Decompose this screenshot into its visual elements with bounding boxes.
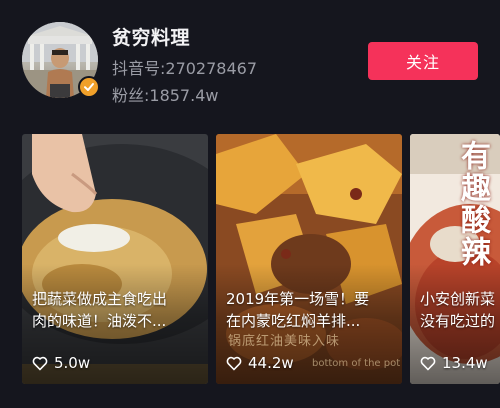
avatar[interactable] xyxy=(22,22,100,98)
video-card[interactable]: 锅底红油美味入味 bottom of the pot 2019年第一场雪！要 在… xyxy=(216,134,402,384)
like-count: 5.0w xyxy=(32,354,90,372)
account-name: 贫穷料理 xyxy=(112,27,191,49)
video-caption: 2019年第一场雪！要 在内蒙吃红焖羊排... xyxy=(226,290,370,330)
video-card[interactable]: 有趣酸辣 小安创新菜 没有吃过的 13.4w xyxy=(410,134,500,384)
video-caption: 把蔬菜做成主食吃出 肉的味道！油泼不... xyxy=(32,290,168,330)
video-caption: 小安创新菜 没有吃过的 xyxy=(420,290,496,330)
verified-badge-icon xyxy=(78,76,100,98)
video-overlay-title: 有趣酸辣 xyxy=(455,140,490,268)
like-count-label: 13.4w xyxy=(442,354,488,372)
profile-header: 贫穷料理 抖音号:270278467 粉丝:1857.4w 关注 xyxy=(0,0,500,126)
follow-button[interactable]: 关注 xyxy=(368,42,478,80)
video-card[interactable]: 把蔬菜做成主食吃出 肉的味道！油泼不... 5.0w xyxy=(22,134,208,384)
fan-count: 粉丝:1857.4w xyxy=(112,86,219,105)
like-count: 44.2w xyxy=(226,354,294,372)
like-count-label: 5.0w xyxy=(54,354,91,372)
like-count-label: 44.2w xyxy=(248,354,294,372)
heart-icon xyxy=(420,356,436,370)
video-overlay-subtext: bottom of the pot xyxy=(312,358,401,369)
like-count: 13.4w xyxy=(420,354,488,372)
video-list: 把蔬菜做成主食吃出 肉的味道！油泼不... 5.0w 锅底红油美味入味 bott… xyxy=(0,134,500,384)
video-overlay-text: 锅底红油美味入味 xyxy=(228,334,341,349)
douyin-id: 抖音号:270278467 xyxy=(112,59,258,78)
heart-icon xyxy=(226,356,242,370)
heart-icon xyxy=(32,356,48,370)
